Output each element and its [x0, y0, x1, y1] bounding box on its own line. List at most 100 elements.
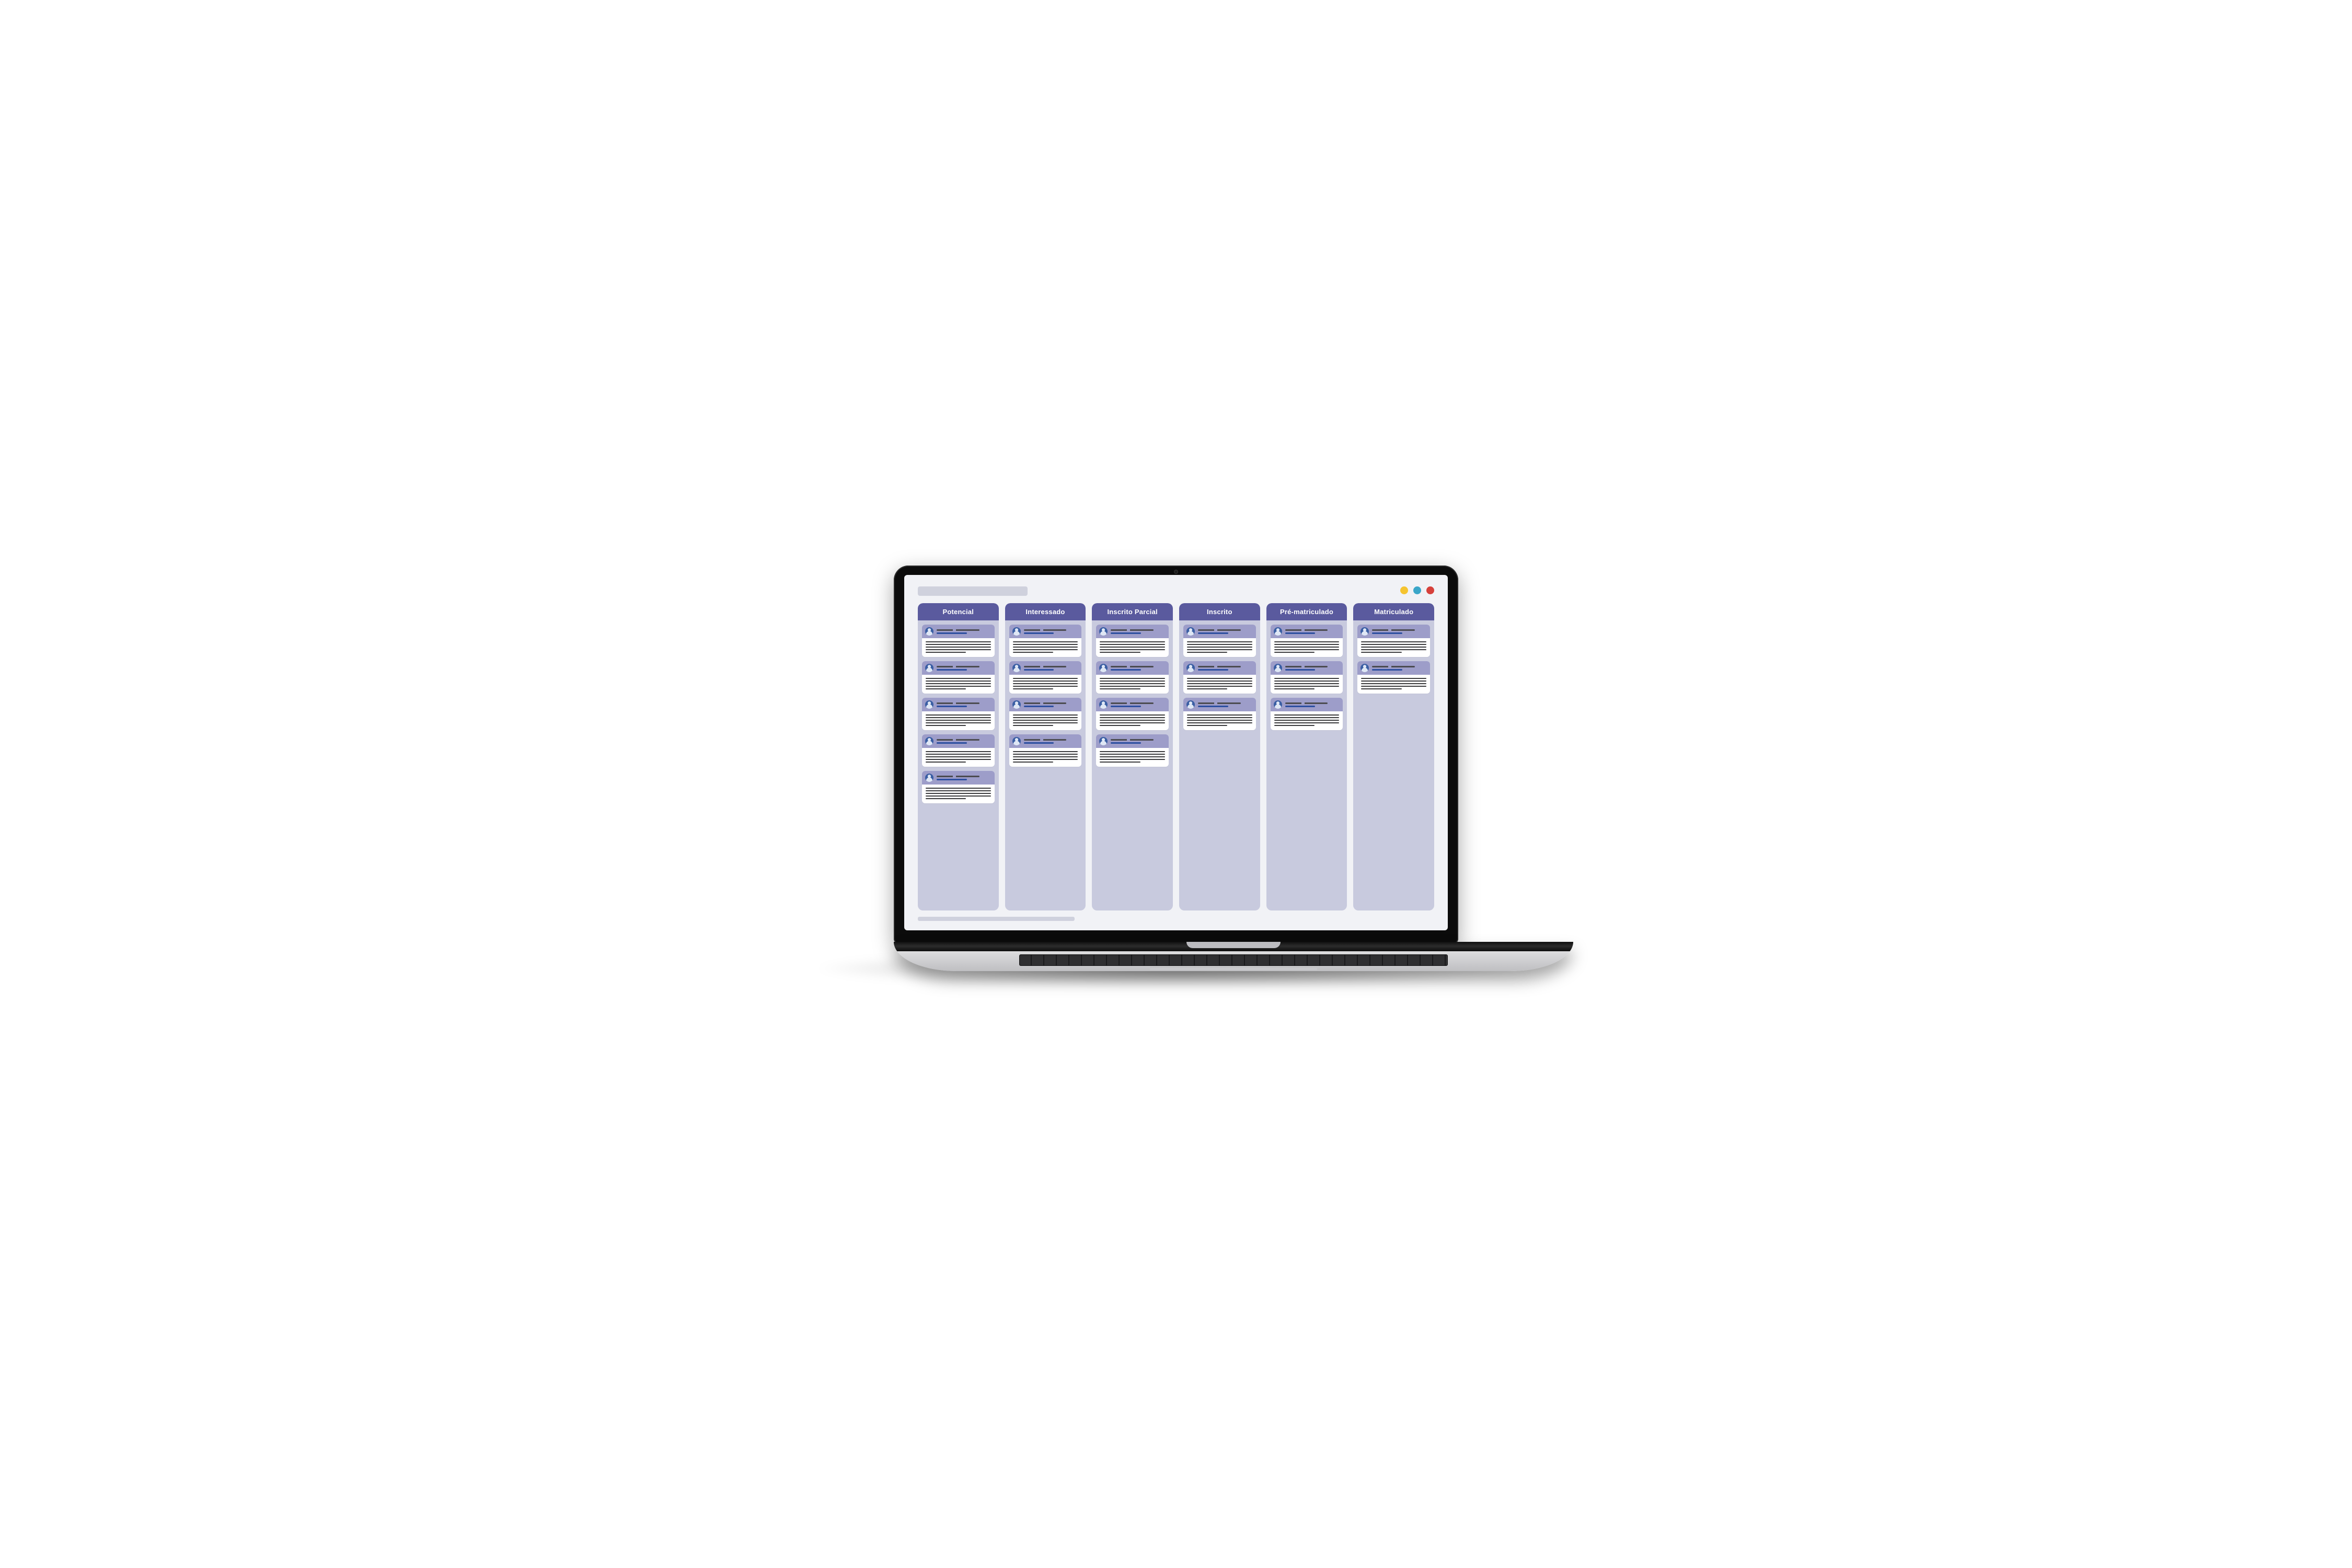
- card-header: [1096, 661, 1169, 675]
- person-icon: [925, 627, 933, 636]
- card-header: [1271, 698, 1343, 711]
- kanban-card[interactable]: [1183, 698, 1256, 730]
- card-header: [1183, 625, 1256, 638]
- card-header: [1357, 661, 1430, 675]
- person-icon: [1012, 627, 1021, 636]
- person-icon: [925, 774, 933, 782]
- column-header[interactable]: Inscrito Parcial: [1092, 603, 1173, 620]
- person-icon: [1274, 627, 1282, 636]
- card-header: [1096, 698, 1169, 711]
- kanban-card[interactable]: [1357, 661, 1430, 694]
- card-header: [1357, 625, 1430, 638]
- kanban-card[interactable]: [922, 734, 995, 767]
- person-icon: [1186, 700, 1195, 709]
- card-body: [1271, 638, 1343, 657]
- window-dot-close[interactable]: [1426, 586, 1434, 594]
- column-body: [918, 620, 999, 808]
- card-header: [922, 734, 995, 748]
- card-body: [1183, 711, 1256, 730]
- card-title-lines: [1285, 702, 1340, 707]
- app-screen: Potencial Interessado Inscrito Parcial Insc…: [904, 575, 1448, 930]
- deck-notch: [1186, 942, 1281, 948]
- kanban-card[interactable]: [1009, 625, 1082, 657]
- kanban-card[interactable]: [1096, 625, 1169, 657]
- camera-dot: [1174, 570, 1178, 574]
- kanban-card[interactable]: [1009, 661, 1082, 694]
- person-icon: [1012, 664, 1021, 672]
- kanban-card[interactable]: [1096, 734, 1169, 767]
- kanban-card[interactable]: [922, 625, 995, 657]
- column-header[interactable]: Inscrito: [1179, 603, 1260, 620]
- card-title-lines: [1111, 702, 1166, 707]
- kanban-card[interactable]: [1096, 698, 1169, 730]
- card-body: [1096, 675, 1169, 694]
- card-header: [1009, 698, 1082, 711]
- card-title-lines: [1024, 739, 1079, 744]
- card-title-lines: [1024, 629, 1079, 634]
- card-body: [922, 638, 995, 657]
- card-header: [922, 661, 995, 675]
- window-dot-minimize[interactable]: [1400, 586, 1408, 594]
- card-body: [922, 675, 995, 694]
- person-icon: [1099, 627, 1108, 636]
- card-body: [1183, 675, 1256, 694]
- person-icon: [1361, 627, 1369, 636]
- card-title-lines: [1198, 666, 1253, 671]
- kanban-card[interactable]: [1183, 661, 1256, 694]
- title-placeholder: [918, 586, 1028, 596]
- kanban-card[interactable]: [1009, 698, 1082, 730]
- kanban-column-matriculado: Matriculado: [1353, 603, 1434, 910]
- card-body: [1271, 711, 1343, 730]
- card-header: [1183, 698, 1256, 711]
- kanban-column-inscrito: Inscrito: [1179, 603, 1260, 910]
- kanban-card[interactable]: [922, 661, 995, 694]
- kanban-card[interactable]: [922, 698, 995, 730]
- kanban-card[interactable]: [1096, 661, 1169, 694]
- column-body: [1353, 620, 1434, 698]
- card-title-lines: [1198, 702, 1253, 707]
- person-icon: [1361, 664, 1369, 672]
- card-body: [922, 785, 995, 803]
- card-header: [1096, 625, 1169, 638]
- window-dot-zoom[interactable]: [1413, 586, 1421, 594]
- person-icon: [1186, 664, 1195, 672]
- column-body: [1179, 620, 1260, 734]
- person-icon: [925, 700, 933, 709]
- card-header: [1183, 661, 1256, 675]
- card-title-lines: [1372, 666, 1427, 671]
- card-title-lines: [937, 629, 991, 634]
- card-header: [1009, 734, 1082, 748]
- kanban-card[interactable]: [1271, 698, 1343, 730]
- card-body: [922, 748, 995, 767]
- card-body: [1009, 711, 1082, 730]
- kanban-board: Potencial Interessado Inscrito Parcial Insc…: [918, 603, 1434, 910]
- column-header[interactable]: Potencial: [918, 603, 999, 620]
- card-title-lines: [1111, 629, 1166, 634]
- kanban-column-potencial: Potencial: [918, 603, 999, 910]
- column-header[interactable]: Pré-matriculado: [1266, 603, 1347, 620]
- kanban-column-pre-matriculado: Pré-matriculado: [1266, 603, 1347, 910]
- card-body: [922, 711, 995, 730]
- card-title-lines: [937, 776, 991, 780]
- card-body: [1009, 748, 1082, 767]
- column-header[interactable]: Matriculado: [1353, 603, 1434, 620]
- card-body: [1357, 675, 1430, 694]
- card-title-lines: [937, 739, 991, 744]
- kanban-card[interactable]: [1009, 734, 1082, 767]
- person-icon: [1099, 700, 1108, 709]
- kanban-card[interactable]: [1271, 625, 1343, 657]
- kanban-card[interactable]: [1357, 625, 1430, 657]
- column-body: [1005, 620, 1086, 771]
- kanban-card[interactable]: [1271, 661, 1343, 694]
- topbar: [918, 586, 1434, 596]
- card-header: [1271, 661, 1343, 675]
- person-icon: [1012, 700, 1021, 709]
- person-icon: [925, 737, 933, 745]
- card-header: [1009, 661, 1082, 675]
- column-header[interactable]: Interessado: [1005, 603, 1086, 620]
- card-title-lines: [937, 702, 991, 707]
- card-body: [1096, 638, 1169, 657]
- card-title-lines: [1024, 666, 1079, 671]
- kanban-card[interactable]: [922, 771, 995, 803]
- kanban-card[interactable]: [1183, 625, 1256, 657]
